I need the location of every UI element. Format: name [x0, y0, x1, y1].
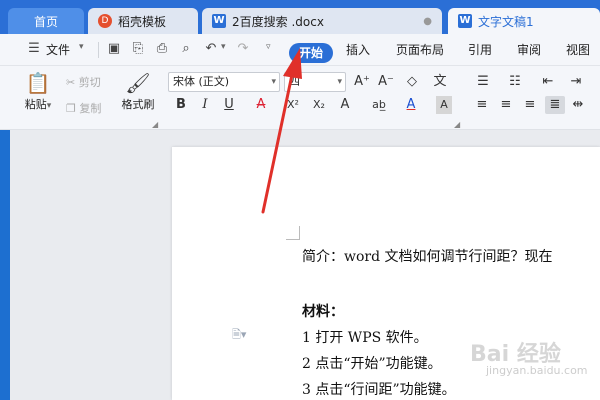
menu-bar: ☰ 文件 ▾ ▣ ⎘ ⎙ ⌕ ↶ ▾ ↷ ▿ 开始 插入 页面布局 引用 审阅 …	[0, 34, 600, 66]
tab-label: 文字文稿1	[478, 14, 534, 29]
char-shading-icon[interactable]: A	[436, 96, 452, 114]
font-size-select[interactable]: 四 ▾	[284, 72, 346, 92]
cut-label: 剪切	[78, 76, 101, 89]
font-name-value: 宋体 (正文)	[173, 75, 230, 88]
tab-docer-templates[interactable]: D 稻壳模板	[88, 8, 198, 34]
chevron-down-icon[interactable]: ▾	[79, 42, 84, 52]
print-preview-icon[interactable]: ⌕	[178, 41, 194, 57]
text-effect-icon[interactable]: A	[338, 96, 352, 114]
margin-corner-mark	[286, 226, 300, 240]
font-size-value: 四	[289, 75, 300, 88]
chevron-down-icon[interactable]: ▾	[221, 42, 226, 52]
copy-label: 复制	[79, 102, 102, 115]
menu-tab-view[interactable]: 视图	[566, 40, 590, 60]
tab-home-label: 首页	[33, 14, 58, 29]
ribbon-home: 📋 粘贴▾ ✂ 剪切 ❐ 复制 🖌 格式刷 ◢ 宋体 (正文) ▾ 四 ▾ A⁺ A…	[0, 66, 600, 130]
subscript-icon[interactable]: X₂	[310, 96, 328, 114]
undo-icon[interactable]: ↶	[203, 41, 219, 57]
copy-icon: ❐	[66, 102, 76, 115]
align-center-icon[interactable]: ≡	[498, 96, 514, 114]
copy-button[interactable]: ❐ 复制	[66, 100, 101, 116]
tab-active-document[interactable]: W 文字文稿1	[448, 8, 600, 34]
document-paragraph[interactable]: 1 打开 WPS 软件。	[302, 327, 428, 347]
hamburger-icon[interactable]: ☰	[26, 41, 42, 57]
justify-icon[interactable]: ≣	[545, 96, 565, 114]
decrease-indent-icon[interactable]: ⇤	[540, 73, 556, 91]
font-color-icon[interactable]: A	[404, 96, 418, 114]
chevron-down-icon: ▾	[46, 101, 52, 111]
wps-writer-icon: W	[458, 14, 472, 28]
docer-icon: D	[98, 14, 112, 28]
format-painter-label: 格式刷	[121, 98, 155, 111]
font-grow-icon[interactable]: A⁺	[354, 73, 370, 91]
align-left-icon[interactable]: ≡	[474, 96, 490, 114]
chevron-down-icon: ▾	[271, 77, 276, 87]
chevron-down-icon: ▾	[337, 77, 342, 87]
bold-icon[interactable]: B	[174, 96, 188, 114]
menu-tab-page-layout[interactable]: 页面布局	[396, 40, 444, 60]
watermark-url: jingyan.baidu.com	[486, 364, 588, 377]
unsaved-dot-icon: ●	[423, 15, 432, 27]
tab-label: 稻壳模板	[118, 14, 167, 29]
superscript-icon[interactable]: X²	[284, 96, 302, 114]
print-icon[interactable]: ⎙	[154, 41, 170, 57]
highlight-icon[interactable]: ab̲	[370, 96, 388, 114]
document-paragraph[interactable]: 简介：word 文档如何调节行间距？现在	[302, 246, 553, 266]
numbered-list-icon[interactable]: ☷	[506, 73, 524, 91]
divider	[98, 42, 99, 58]
distributed-align-icon[interactable]: ⇹	[570, 96, 586, 114]
quick-access-more-icon[interactable]: ▿	[266, 42, 271, 52]
tab-bar: 首页 D 稻壳模板 W 2百度搜索 .docx ● W 文字文稿1	[0, 0, 600, 34]
tab-label: 2百度搜索 .docx	[232, 14, 324, 29]
wps-writer-icon: W	[212, 14, 226, 28]
format-painter-button[interactable]: 🖌 格式刷	[116, 70, 160, 112]
menu-tab-insert[interactable]: 插入	[346, 40, 370, 60]
save-icon[interactable]: ▣	[106, 41, 122, 57]
strikethrough-icon[interactable]: A	[254, 96, 268, 114]
bullet-list-icon[interactable]: ☰	[474, 73, 492, 91]
italic-icon[interactable]: I	[198, 96, 212, 114]
paragraph-handle-icon[interactable]: 🗎▾	[232, 326, 246, 345]
tab-home[interactable]: 首页	[8, 8, 84, 34]
brush-icon: 🖌	[125, 71, 151, 95]
group-expand-icon[interactable]: ◢	[454, 120, 460, 129]
tab-baidu-doc[interactable]: W 2百度搜索 .docx ●	[202, 8, 442, 34]
align-right-icon[interactable]: ≡	[522, 96, 538, 114]
font-shrink-icon[interactable]: A⁻	[378, 73, 394, 91]
document-heading[interactable]: 材料：	[302, 301, 344, 321]
clear-format-icon[interactable]: ◇	[404, 73, 420, 91]
menu-tab-review[interactable]: 审阅	[517, 40, 541, 60]
group-expand-icon[interactable]: ◢	[152, 120, 158, 129]
font-name-select[interactable]: 宋体 (正文) ▾	[168, 72, 280, 92]
menu-tab-home[interactable]: 开始	[289, 43, 333, 63]
document-paragraph[interactable]: 3 点击“行间距”功能键。	[302, 379, 456, 399]
cut-button[interactable]: ✂ 剪切	[66, 74, 101, 90]
clipboard-icon: 📋	[25, 71, 51, 95]
window-edge	[0, 130, 10, 400]
scissors-icon: ✂	[66, 76, 76, 89]
paste-label: 粘贴	[24, 98, 47, 111]
file-menu[interactable]: 文件	[46, 40, 70, 60]
pinyin-guide-icon[interactable]: 文	[432, 73, 448, 91]
document-paragraph[interactable]: 2 点击“开始”功能键。	[302, 353, 442, 373]
underline-icon[interactable]: U	[222, 96, 236, 114]
increase-indent-icon[interactable]: ⇥	[568, 73, 584, 91]
menu-tab-references[interactable]: 引用	[468, 40, 492, 60]
export-icon[interactable]: ⎘	[130, 41, 146, 57]
paste-button[interactable]: 📋 粘贴▾	[18, 70, 58, 112]
redo-icon[interactable]: ↷	[235, 41, 251, 57]
